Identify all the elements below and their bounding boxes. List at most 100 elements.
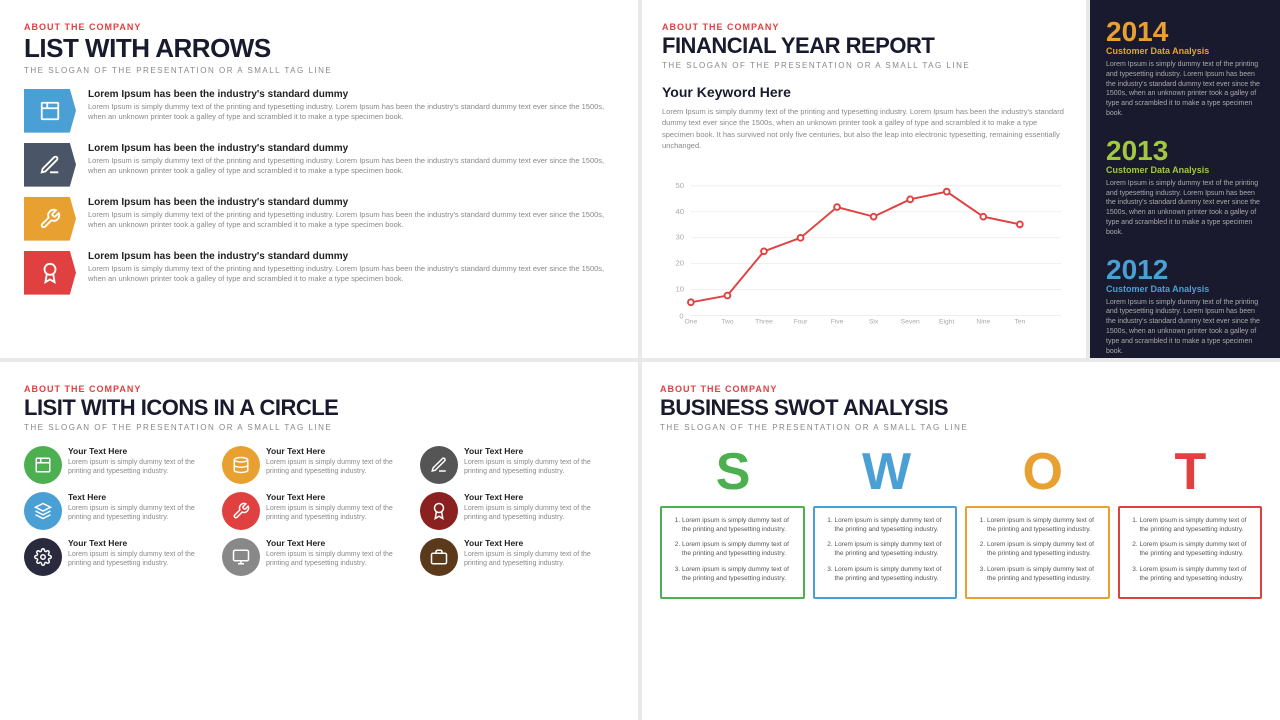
panel-title: LIST WITH ARROWS	[24, 34, 614, 63]
icon-item-2: Your Text Here Lorem ipsum is simply dum…	[420, 446, 614, 484]
icon-item-0: Your Text Here Lorem ipsum is simply dum…	[24, 446, 218, 484]
svg-text:30: 30	[675, 233, 684, 242]
sidebar-body-2: Lorem Ipsum is simply dummy text of the …	[1106, 298, 1264, 357]
arrow-heading-3: Lorem Ipsum has been the industry's stan…	[88, 251, 614, 262]
svg-text:20: 20	[675, 259, 684, 268]
arrow-item-1: Lorem Ipsum has been the industry's stan…	[24, 143, 614, 187]
icon-body-5: Lorem ipsum is simply dummy text of the …	[464, 504, 614, 522]
swot-item-T-2: Lorem ipsum is simply dummy text of the …	[1140, 565, 1253, 583]
swot-col-T: Lorem ipsum is simply dummy text of the …	[1118, 506, 1263, 599]
panel-list-arrows: ABOUT THE COMPANY LIST WITH ARROWS THE S…	[0, 0, 638, 358]
icon-body-3: Lorem ipsum is simply dummy text of the …	[68, 504, 218, 522]
icon-body-6: Lorem ipsum is simply dummy text of the …	[68, 550, 218, 568]
icon-heading-4: Your Text Here	[266, 492, 416, 502]
icon-body-8: Lorem ipsum is simply dummy text of the …	[464, 550, 614, 568]
panel-swot: ABOUT THE COMPANY BUSINESS SWOT ANALYSIS…	[642, 362, 1280, 720]
circle-icon-6	[24, 538, 62, 576]
icon-text-6: Your Text Here Lorem ipsum is simply dum…	[68, 538, 218, 568]
swot-col-W: Lorem ipsum is simply dummy text of the …	[813, 506, 958, 599]
circle-icon-4	[222, 492, 260, 530]
about-label: ABOUT THE COMPANY	[662, 22, 1066, 32]
swot-item-W-0: Lorem ipsum is simply dummy text of the …	[835, 516, 948, 534]
svg-text:Seven: Seven	[901, 319, 920, 326]
svg-text:Three: Three	[755, 319, 773, 326]
sidebar-year-0: 2014	[1106, 18, 1264, 46]
sidebar-subtitle-2: Customer Data Analysis	[1106, 284, 1264, 294]
icon-text-4: Your Text Here Lorem ipsum is simply dum…	[266, 492, 416, 522]
svg-text:Six: Six	[869, 319, 879, 326]
swot-letter-S: S	[716, 446, 751, 498]
swot-item-W-2: Lorem ipsum is simply dummy text of the …	[835, 565, 948, 583]
icon-body-1: Lorem ipsum is simply dummy text of the …	[266, 458, 416, 476]
arrow-body-2: Lorem Ipsum is simply dummy text of the …	[88, 210, 614, 231]
arrow-box-1	[24, 143, 76, 187]
swot-item-O-0: Lorem ipsum is simply dummy text of the …	[987, 516, 1100, 534]
arrow-heading-1: Lorem Ipsum has been the industry's stan…	[88, 143, 614, 154]
swot-item-W-1: Lorem ipsum is simply dummy text of the …	[835, 540, 948, 558]
arrow-box-3	[24, 251, 76, 295]
swot-item-O-1: Lorem ipsum is simply dummy text of the …	[987, 540, 1100, 558]
panel-tagline: THE SLOGAN OF THE PRESENTATION OR A SMAL…	[660, 423, 1262, 432]
icon-item-5: Your Text Here Lorem ipsum is simply dum…	[420, 492, 614, 530]
icon-item-3: Text Here Lorem ipsum is simply dummy te…	[24, 492, 218, 530]
swot-letters: SWOT	[660, 446, 1262, 498]
swot-item-O-2: Lorem ipsum is simply dummy text of the …	[987, 565, 1100, 583]
icon-item-7: Your Text Here Lorem ipsum is simply dum…	[222, 538, 416, 576]
arrow-box-0	[24, 89, 76, 133]
arrow-body-0: Lorem Ipsum is simply dummy text of the …	[88, 102, 614, 123]
swot-cols: Lorem ipsum is simply dummy text of the …	[660, 506, 1262, 599]
sidebar-entry-0: 2014 Customer Data Analysis Lorem Ipsum …	[1106, 18, 1264, 119]
swot-letter-W: W	[862, 446, 911, 498]
svg-text:Ten: Ten	[1014, 319, 1025, 326]
circle-icon-1	[222, 446, 260, 484]
line-chart: 0 10 20 30 40 50 One Two Three Four Five	[662, 161, 1066, 331]
arrow-box-2	[24, 197, 76, 241]
circle-icon-0	[24, 446, 62, 484]
about-label: ABOUT THE COMPANY	[24, 384, 614, 394]
svg-text:10: 10	[675, 285, 684, 294]
arrow-heading-0: Lorem Ipsum has been the industry's stan…	[88, 89, 614, 100]
circle-icon-7	[222, 538, 260, 576]
icon-heading-7: Your Text Here	[266, 538, 416, 548]
icon-item-1: Your Text Here Lorem ipsum is simply dum…	[222, 446, 416, 484]
panel-tagline: THE SLOGAN OF THE PRESENTATION OR A SMAL…	[662, 61, 1066, 70]
arrow-body-1: Lorem Ipsum is simply dummy text of the …	[88, 156, 614, 177]
circle-icon-3	[24, 492, 62, 530]
panel2-container: ABOUT THE COMPANY FINANCIAL YEAR REPORT …	[642, 0, 1280, 358]
sidebar-entry-1: 2013 Customer Data Analysis Lorem Ipsum …	[1106, 137, 1264, 238]
icon-text-1: Your Text Here Lorem ipsum is simply dum…	[266, 446, 416, 476]
icon-item-8: Your Text Here Lorem ipsum is simply dum…	[420, 538, 614, 576]
arrow-item-0: Lorem Ipsum has been the industry's stan…	[24, 89, 614, 133]
icon-text-3: Text Here Lorem ipsum is simply dummy te…	[68, 492, 218, 522]
svg-text:Five: Five	[831, 319, 844, 326]
arrow-text-0: Lorem Ipsum has been the industry's stan…	[88, 89, 614, 123]
sidebar-subtitle-1: Customer Data Analysis	[1106, 165, 1264, 175]
icon-text-7: Your Text Here Lorem ipsum is simply dum…	[266, 538, 416, 568]
sidebar: 2014 Customer Data Analysis Lorem Ipsum …	[1090, 0, 1280, 358]
panel-title: FINANCIAL YEAR REPORT	[662, 34, 1066, 58]
sidebar-year-2: 2012	[1106, 256, 1264, 284]
arrows-list: Lorem Ipsum has been the industry's stan…	[24, 89, 614, 295]
about-label: ABOUT THE COMPANY	[24, 22, 614, 32]
panel-financial: ABOUT THE COMPANY FINANCIAL YEAR REPORT …	[642, 0, 1086, 358]
swot-item-S-2: Lorem ipsum is simply dummy text of the …	[682, 565, 795, 583]
circle-icon-2	[420, 446, 458, 484]
sidebar-year-1: 2013	[1106, 137, 1264, 165]
keyword-body: Lorem Ipsum is simply dummy text of the …	[662, 106, 1066, 151]
icon-heading-1: Your Text Here	[266, 446, 416, 456]
svg-text:0: 0	[679, 312, 683, 321]
panel-title: BUSINESS SWOT ANALYSIS	[660, 396, 1262, 420]
chart-svg: 0 10 20 30 40 50 One Two Three Four Five	[662, 161, 1066, 331]
swot-item-S-0: Lorem ipsum is simply dummy text of the …	[682, 516, 795, 534]
icon-heading-6: Your Text Here	[68, 538, 218, 548]
icon-body-4: Lorem ipsum is simply dummy text of the …	[266, 504, 416, 522]
keyword-heading: Your Keyword Here	[662, 84, 1066, 100]
arrow-text-3: Lorem Ipsum has been the industry's stan…	[88, 251, 614, 285]
icon-text-0: Your Text Here Lorem ipsum is simply dum…	[68, 446, 218, 476]
circle-icon-8	[420, 538, 458, 576]
icon-body-2: Lorem ipsum is simply dummy text of the …	[464, 458, 614, 476]
swot-item-S-1: Lorem ipsum is simply dummy text of the …	[682, 540, 795, 558]
panel-tagline: THE SLOGAN OF THE PRESENTATION OR A SMAL…	[24, 66, 614, 75]
panel-title: LISIT WITH ICONS IN A CIRCLE	[24, 396, 614, 420]
svg-text:Four: Four	[794, 319, 809, 326]
